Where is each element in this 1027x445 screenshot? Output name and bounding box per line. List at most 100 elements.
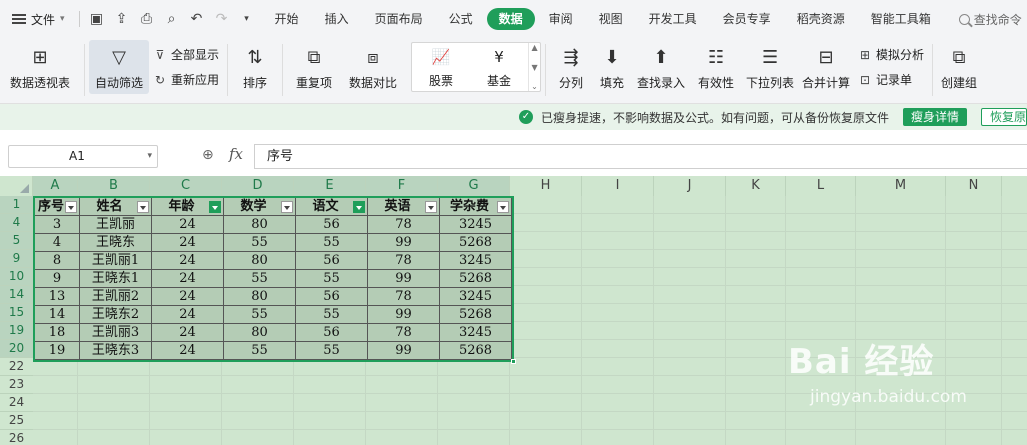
header-cell[interactable]: 学杂费	[440, 198, 512, 216]
column-header-m[interactable]: M	[856, 176, 946, 196]
table-cell[interactable]: 5268	[440, 234, 512, 252]
table-cell[interactable]: 王晓东2	[80, 306, 152, 324]
column-header-e[interactable]: E	[294, 176, 366, 196]
filter-dropdown-icon[interactable]	[425, 201, 437, 213]
header-cell[interactable]: 英语	[368, 198, 440, 216]
row-header[interactable]: 4	[0, 214, 33, 232]
table-cell[interactable]: 3245	[440, 324, 512, 342]
table-cell[interactable]: 99	[368, 234, 440, 252]
table-cell[interactable]: 80	[224, 288, 296, 306]
table-cell[interactable]: 24	[152, 234, 224, 252]
table-cell[interactable]: 80	[224, 216, 296, 234]
table-cell[interactable]: 3245	[440, 216, 512, 234]
row-header[interactable]: 1	[0, 196, 33, 214]
tab-5[interactable]: 审阅	[537, 8, 585, 30]
active-filter-icon[interactable]	[353, 201, 365, 213]
chevron-down-icon[interactable]: ▾	[147, 146, 152, 167]
column-header-h[interactable]: H	[510, 176, 582, 196]
reapply-button[interactable]: ↻ 重新应用	[153, 71, 219, 88]
table-cell[interactable]: 8	[35, 252, 80, 270]
table-cell[interactable]: 王凯丽3	[80, 324, 152, 342]
select-all-corner[interactable]	[0, 176, 33, 196]
table-cell[interactable]: 24	[152, 306, 224, 324]
pivot-table-button[interactable]: ⊞ 数据透视表	[0, 40, 80, 94]
tab-2[interactable]: 页面布局	[363, 8, 435, 30]
autofilter-button[interactable]: ▽ 自动筛选	[89, 40, 149, 94]
redo-icon[interactable]: ↷	[214, 11, 230, 27]
column-header-n[interactable]: N	[946, 176, 1002, 196]
consolidate-button[interactable]: ⊟ 合并计算	[798, 40, 854, 94]
table-cell[interactable]: 14	[35, 306, 80, 324]
table-cell[interactable]: 78	[368, 216, 440, 234]
table-cell[interactable]: 王凯丽1	[80, 252, 152, 270]
column-header-j[interactable]: J	[654, 176, 726, 196]
tab-4[interactable]: 数据	[486, 8, 535, 30]
table-cell[interactable]: 24	[152, 252, 224, 270]
table-cell[interactable]: 55	[296, 306, 368, 324]
command-search[interactable]: 查找命令	[958, 11, 1022, 28]
column-header-k[interactable]: K	[726, 176, 786, 196]
column-header-f[interactable]: F	[366, 176, 438, 196]
table-cell[interactable]: 4	[35, 234, 80, 252]
row-header[interactable]: 10	[0, 268, 33, 286]
undo-icon[interactable]: ↶	[189, 11, 205, 27]
table-cell[interactable]: 56	[296, 324, 368, 342]
sort-button[interactable]: ⇅ 排序	[232, 40, 278, 94]
filter-dropdown-icon[interactable]	[281, 201, 293, 213]
table-cell[interactable]: 78	[368, 252, 440, 270]
header-cell[interactable]: 年龄	[152, 198, 224, 216]
table-cell[interactable]: 王晓东	[80, 234, 152, 252]
active-filter-icon[interactable]	[209, 201, 221, 213]
table-cell[interactable]: 24	[152, 216, 224, 234]
row-header[interactable]: 26	[0, 430, 33, 445]
fill-button[interactable]: ⬇ 填充	[592, 40, 632, 94]
filter-dropdown-icon[interactable]	[65, 201, 77, 213]
row-header[interactable]: 14	[0, 286, 33, 304]
table-cell[interactable]: 3	[35, 216, 80, 234]
tab-6[interactable]: 视图	[587, 8, 635, 30]
table-cell[interactable]: 3245	[440, 252, 512, 270]
table-cell[interactable]: 24	[152, 324, 224, 342]
scroll-down-icon[interactable]: ▼	[531, 63, 537, 72]
table-cell[interactable]: 5268	[440, 306, 512, 324]
funds-button[interactable]: ¥ 基金	[470, 43, 528, 89]
table-cell[interactable]: 3245	[440, 288, 512, 306]
table-cell[interactable]: 80	[224, 324, 296, 342]
table-cell[interactable]: 王晓东3	[80, 342, 152, 360]
show-all-button[interactable]: ⊽ 全部显示	[153, 46, 219, 63]
zoom-icon[interactable]: ⊕	[202, 147, 214, 163]
table-cell[interactable]: 56	[296, 216, 368, 234]
print-icon[interactable]: ⎙	[139, 11, 155, 27]
header-cell[interactable]: 语文	[296, 198, 368, 216]
header-cell[interactable]: 序号	[35, 198, 80, 216]
record-sheet-button[interactable]: ⊡ 记录单	[858, 71, 924, 88]
table-cell[interactable]: 78	[368, 288, 440, 306]
column-header-a[interactable]: A	[33, 176, 78, 196]
tab-9[interactable]: 稻壳资源	[785, 8, 857, 30]
row-header[interactable]: 20	[0, 340, 33, 358]
tab-3[interactable]: 公式	[437, 8, 485, 30]
tab-10[interactable]: 智能工具箱	[859, 8, 943, 30]
table-cell[interactable]: 56	[296, 252, 368, 270]
dropdown-list-button[interactable]: ☰ 下拉列表	[742, 40, 798, 94]
simulate-button[interactable]: ⊞ 模拟分析	[858, 46, 924, 63]
row-header[interactable]: 22	[0, 358, 33, 376]
scroll-up-icon[interactable]: ▲	[531, 43, 537, 52]
table-cell[interactable]: 王凯丽	[80, 216, 152, 234]
column-header-l[interactable]: L	[786, 176, 856, 196]
table-cell[interactable]: 18	[35, 324, 80, 342]
table-cell[interactable]: 56	[296, 288, 368, 306]
duplicate-button[interactable]: ⧉ 重复项	[287, 40, 341, 94]
export-icon[interactable]: ⇪	[114, 11, 130, 27]
expand-icon[interactable]: ⌄	[531, 82, 538, 91]
tab-7[interactable]: 开发工具	[637, 8, 709, 30]
table-cell[interactable]: 24	[152, 270, 224, 288]
column-header-d[interactable]: D	[222, 176, 294, 196]
validity-button[interactable]: ☷ 有效性	[690, 40, 742, 94]
filter-dropdown-icon[interactable]	[137, 201, 149, 213]
table-cell[interactable]: 24	[152, 342, 224, 360]
gallery-scroll[interactable]: ▲ ▼ ⌄	[528, 43, 540, 91]
save-icon[interactable]: ▣	[89, 11, 105, 27]
tab-8[interactable]: 会员专享	[711, 8, 783, 30]
row-header[interactable]: 19	[0, 322, 33, 340]
